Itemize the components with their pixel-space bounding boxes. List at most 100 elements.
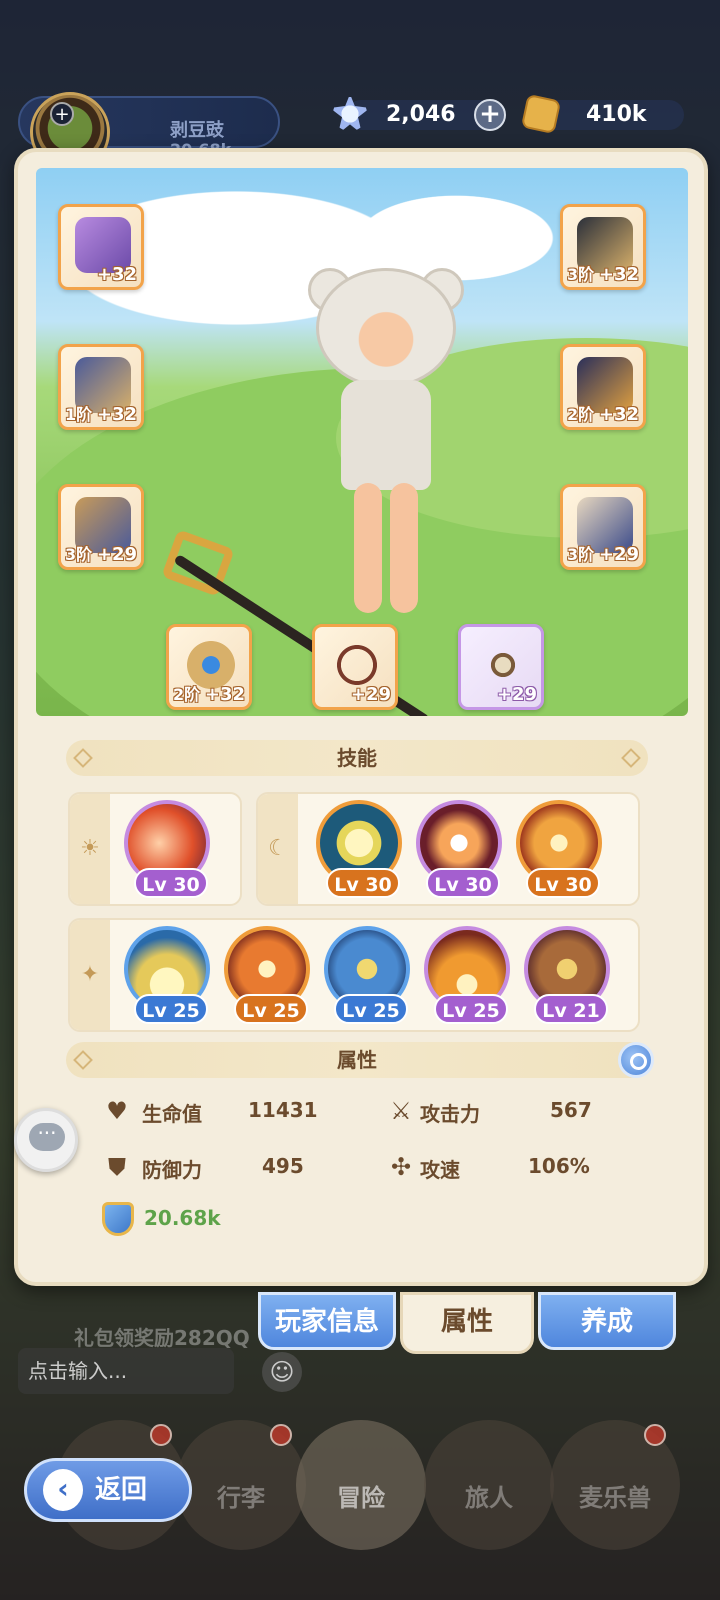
skill-level-badge: Lv 25: [234, 994, 308, 1024]
tab-cultivate[interactable]: 养成: [538, 1292, 676, 1350]
skill-slot[interactable]: Lv 25: [124, 926, 210, 1024]
nav-item-travelers[interactable]: 旅人: [424, 1420, 554, 1550]
notification-dot: [644, 1424, 666, 1446]
nav-item-bag[interactable]: 行李: [176, 1420, 306, 1550]
skill-slot[interactable]: Lv 30: [516, 800, 602, 898]
add-friend-icon[interactable]: +: [50, 102, 74, 126]
tab-label: 养成: [580, 1307, 633, 1337]
notification-dot: [150, 1424, 172, 1446]
attributes-section-header: 属性: [66, 1042, 654, 1078]
skill-group-moon: ☾ Lv 30 Lv 30 Lv 30: [256, 792, 640, 906]
skill-level-badge: Lv 25: [434, 994, 508, 1024]
equip-slot-ring[interactable]: 2阶 +32: [166, 624, 252, 710]
add-gems-button[interactable]: +: [474, 99, 506, 131]
nav-label: 麦乐兽: [579, 1484, 651, 1512]
diamond-icon: [73, 748, 93, 768]
notification-dot: [270, 1424, 292, 1446]
player-name: 剥豆豉: [170, 120, 224, 141]
skill-level-badge: Lv 30: [526, 868, 600, 898]
gold-amount: 410k: [586, 102, 647, 127]
sun-icon: ☀: [70, 794, 110, 904]
skill-slot[interactable]: Lv 30: [124, 800, 210, 898]
skill-level-badge: Lv 25: [134, 994, 208, 1024]
skill-slot[interactable]: Lv 30: [416, 800, 502, 898]
skill-level-badge: Lv 30: [426, 868, 500, 898]
equip-level: +29: [350, 684, 391, 705]
equip-level: +32: [598, 264, 639, 285]
player-chip[interactable]: + 剥豆豉 20.68k: [18, 92, 280, 172]
equip-slot-armor[interactable]: 1阶 +32: [58, 344, 144, 430]
attack-label: 攻击力: [420, 1102, 480, 1126]
equip-slot-amulet[interactable]: +29: [458, 624, 544, 710]
character-panel: +32 1阶 +32 3阶 +29 3阶 +32 2阶 +32 3阶 +29 2…: [14, 148, 708, 1286]
equip-level: +29: [598, 544, 639, 565]
combat-power: 20.68k: [144, 1206, 221, 1230]
top-bar: + 剥豆豉 20.68k 2,046 + 410k: [0, 80, 720, 172]
skill-slot[interactable]: Lv 30: [316, 800, 402, 898]
tab-label: 玩家信息: [274, 1307, 379, 1337]
equip-level: +32: [204, 684, 245, 705]
chat-input[interactable]: 点击输入...: [18, 1348, 234, 1394]
character-leg: [354, 483, 382, 613]
character-leg: [390, 483, 418, 613]
skills-section-header: 技能: [66, 740, 648, 776]
defense-label: 防御力: [142, 1158, 202, 1182]
equip-slot-boots[interactable]: 3阶 +29: [560, 484, 646, 570]
equip-slot-helmet[interactable]: 3阶 +32: [560, 204, 646, 290]
nav-item-adventure[interactable]: 冒险: [296, 1420, 426, 1550]
gem-currency: 2,046 +: [330, 94, 506, 134]
character-model[interactable]: [286, 268, 486, 628]
attributes-title: 属性: [337, 1048, 377, 1072]
equip-tier: 3阶: [65, 545, 93, 564]
background-chat-text: 礼包领奖励282QQ: [74, 1326, 250, 1350]
skill-slot[interactable]: Lv 21: [524, 926, 610, 1024]
nav-item-pets[interactable]: 麦乐兽: [550, 1420, 680, 1550]
skills-title: 技能: [337, 746, 377, 770]
skill-level-badge: Lv 25: [334, 994, 408, 1024]
power-shield-icon: [102, 1202, 134, 1236]
equip-slot-necklace[interactable]: +29: [312, 624, 398, 710]
character-scene: +32 1阶 +32 3阶 +29 3阶 +32 2阶 +32 3阶 +29 2…: [36, 168, 688, 716]
equip-tier: 3阶: [567, 265, 595, 284]
nav-label: 冒险: [337, 1484, 385, 1512]
equip-tier: 3阶: [567, 545, 595, 564]
emoji-icon[interactable]: ☺: [262, 1352, 302, 1392]
skill-group-star: ✦ Lv 25 Lv 25 Lv 25 Lv 25 Lv 21: [68, 918, 640, 1032]
equip-tier: 2阶: [567, 405, 595, 424]
skill-group-active: ☀ Lv 30: [68, 792, 242, 906]
character-body: [341, 380, 431, 490]
diamond-icon: [73, 1050, 93, 1070]
equip-slot-gloves[interactable]: 2阶 +32: [560, 344, 646, 430]
tab-player-info[interactable]: 玩家信息: [258, 1292, 396, 1350]
skill-level-badge: Lv 30: [326, 868, 400, 898]
tab-label: 属性: [440, 1307, 493, 1337]
nav-label: 行李: [217, 1484, 265, 1512]
skill-slot[interactable]: Lv 25: [224, 926, 310, 1024]
gold-coin-icon: [520, 93, 562, 135]
search-icon[interactable]: [618, 1042, 654, 1078]
attack-speed-icon: ✣: [390, 1153, 412, 1181]
hp-label: 生命值: [142, 1102, 202, 1126]
diamond-icon: [621, 748, 641, 768]
equip-level: +32: [96, 264, 137, 285]
skill-slot[interactable]: Lv 25: [324, 926, 410, 1024]
crossed-swords-icon: ⚔: [390, 1097, 412, 1125]
back-label: 返回: [95, 1475, 148, 1505]
equip-slot-belt[interactable]: 3阶 +29: [58, 484, 144, 570]
nav-label: 旅人: [465, 1484, 513, 1512]
skill-slot[interactable]: Lv 25: [424, 926, 510, 1024]
gold-currency: 410k: [520, 93, 684, 135]
shield-icon: ⛊: [108, 1153, 126, 1181]
tab-attributes[interactable]: 属性: [400, 1292, 534, 1354]
equip-level: +32: [598, 404, 639, 425]
equip-level: +29: [496, 684, 537, 705]
attack-value: 567: [550, 1098, 592, 1122]
attack-speed-label: 攻速: [420, 1158, 460, 1182]
chat-button[interactable]: [14, 1108, 78, 1172]
equip-level: +32: [96, 404, 137, 425]
back-button[interactable]: ‹ 返回: [24, 1458, 192, 1522]
equip-tier: 1阶: [65, 405, 93, 424]
equip-slot-weapon[interactable]: +32: [58, 204, 144, 290]
sparkle-icon: ✦: [70, 920, 110, 1030]
character-head: [316, 268, 456, 388]
